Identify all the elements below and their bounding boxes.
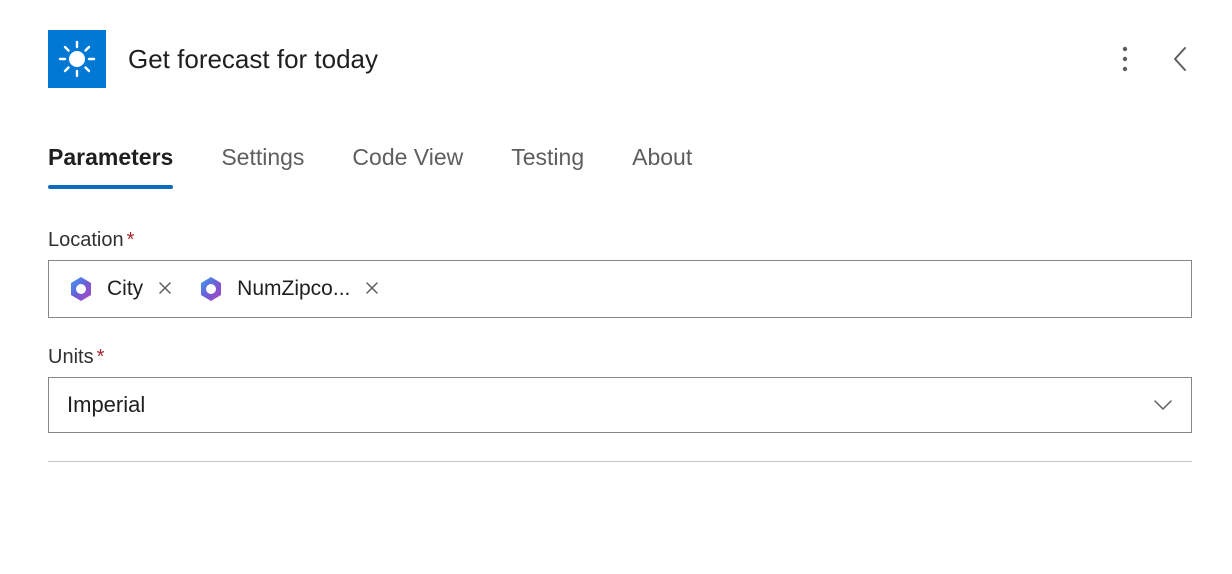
tab-list: Parameters Settings Code View Testing Ab… xyxy=(48,144,1192,181)
header-actions xyxy=(1118,41,1192,77)
units-label: Units* xyxy=(48,346,104,369)
token-remove-numzipco[interactable] xyxy=(362,279,382,299)
required-indicator: * xyxy=(127,229,135,251)
more-vertical-icon xyxy=(1122,46,1128,72)
action-title: Get forecast for today xyxy=(128,44,378,75)
token-remove-city[interactable] xyxy=(155,279,175,299)
location-input[interactable]: City xyxy=(48,260,1192,318)
field-units-group: Units* Imperial xyxy=(48,346,1192,433)
tab-code-view[interactable]: Code View xyxy=(352,144,463,181)
token-label: City xyxy=(107,277,143,301)
close-icon xyxy=(159,282,171,294)
units-value: Imperial xyxy=(67,392,145,418)
chevron-down-icon xyxy=(1153,399,1173,411)
action-panel: Get forecast for today Parameters Settin… xyxy=(0,0,1232,462)
tab-settings[interactable]: Settings xyxy=(221,144,304,181)
dynamic-content-icon xyxy=(195,273,227,305)
divider xyxy=(48,461,1192,462)
chevron-left-icon xyxy=(1172,45,1188,73)
close-icon xyxy=(366,282,378,294)
more-options-button[interactable] xyxy=(1118,42,1132,76)
dynamic-content-icon xyxy=(65,273,97,305)
required-indicator: * xyxy=(97,346,105,368)
location-label: Location* xyxy=(48,229,134,252)
collapse-button[interactable] xyxy=(1168,41,1192,77)
tab-testing[interactable]: Testing xyxy=(511,144,584,181)
token-label: NumZipco... xyxy=(237,277,350,301)
tab-about[interactable]: About xyxy=(632,144,692,181)
units-label-text: Units xyxy=(48,346,94,368)
token-city[interactable]: City xyxy=(59,269,181,309)
weather-sunny-icon xyxy=(48,30,106,88)
location-label-text: Location xyxy=(48,229,124,251)
units-select[interactable]: Imperial xyxy=(48,377,1192,433)
panel-header: Get forecast for today xyxy=(48,30,1192,88)
tab-parameters[interactable]: Parameters xyxy=(48,144,173,181)
token-numzipco[interactable]: NumZipco... xyxy=(189,269,388,309)
field-location-group: Location* xyxy=(48,229,1192,318)
